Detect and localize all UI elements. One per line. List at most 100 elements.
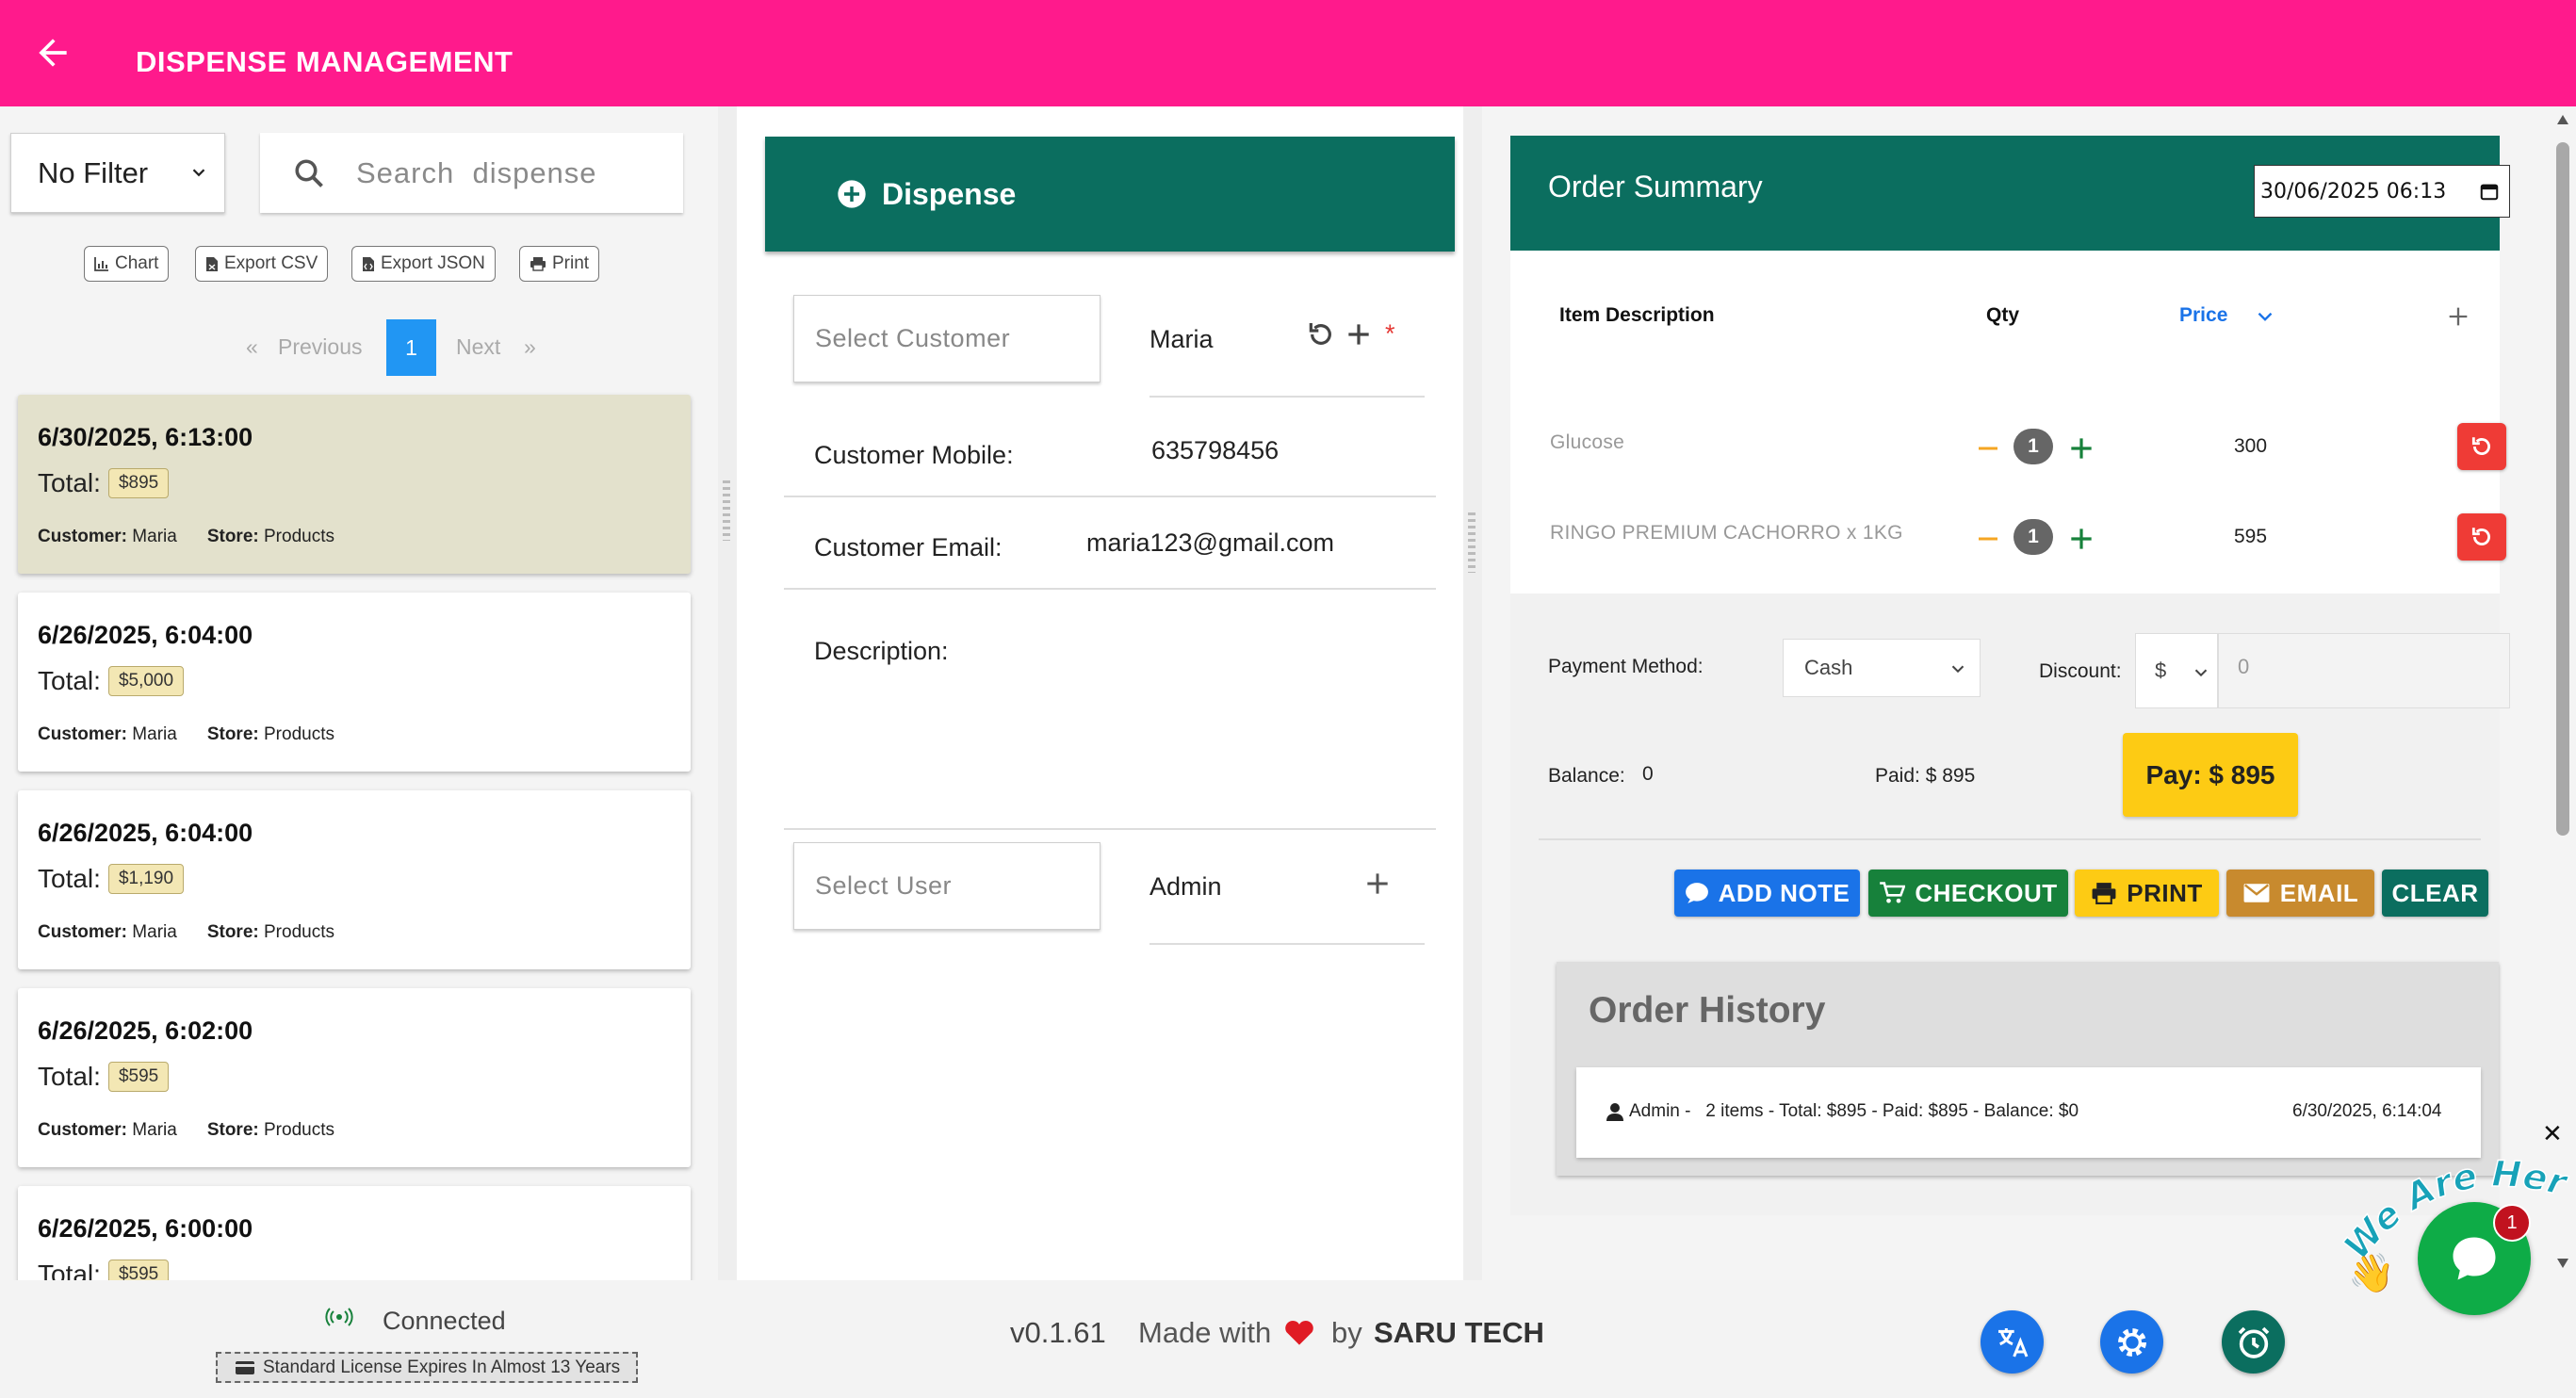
page-scrollbar[interactable] bbox=[2551, 106, 2576, 1280]
plus-circle-icon bbox=[838, 180, 866, 208]
qty-value[interactable]: 1 bbox=[2014, 429, 2053, 464]
order-datetime-input[interactable]: 30/06/2025 06:13 bbox=[2254, 165, 2510, 218]
next-arrow[interactable]: » bbox=[524, 334, 536, 360]
search-icon bbox=[295, 158, 323, 187]
history-entry[interactable]: Admin - 2 items - Total: $895 - Paid: $8… bbox=[1576, 1067, 2481, 1158]
order-history: Order History Admin - 2 items - Total: $… bbox=[1557, 962, 2499, 1176]
order-history-title: Order History bbox=[1589, 990, 1826, 1031]
email-button[interactable]: EMAIL bbox=[2226, 870, 2374, 917]
add-user-icon[interactable] bbox=[1362, 869, 1393, 899]
export-json-button[interactable]: Export JSON bbox=[351, 246, 496, 282]
add-customer-icon[interactable] bbox=[1344, 319, 1374, 350]
search-input[interactable] bbox=[356, 155, 677, 190]
user-name: Admin bbox=[1149, 872, 1222, 901]
payment-method-select[interactable]: Cash bbox=[1783, 639, 1981, 697]
back-arrow-icon[interactable] bbox=[32, 32, 73, 73]
print-order-button[interactable]: PRINT bbox=[2075, 870, 2219, 917]
alarm-button[interactable] bbox=[2222, 1310, 2285, 1374]
dispense-card[interactable]: 6/26/2025, 6:04:00 Total: $1,190 Customer… bbox=[18, 790, 691, 969]
settings-button[interactable] bbox=[2100, 1310, 2163, 1374]
reset-icon[interactable] bbox=[1306, 319, 1336, 350]
pay-button[interactable]: Pay: $ 895 bbox=[2123, 733, 2298, 817]
chat-unread-badge: 1 bbox=[2493, 1204, 2531, 1242]
total-badge: $595 bbox=[107, 1062, 170, 1092]
discount-input[interactable]: 0 bbox=[2218, 633, 2510, 708]
prev-button[interactable]: Previous bbox=[278, 334, 362, 360]
signal-icon bbox=[325, 1308, 353, 1326]
qty-minus-icon[interactable] bbox=[1974, 525, 2002, 553]
history-timestamp: 6/30/2025, 6:14:04 bbox=[2292, 1101, 2442, 1121]
divider bbox=[784, 828, 1436, 830]
discount-label: Discount: bbox=[2039, 660, 2122, 682]
print-list-button[interactable]: Print bbox=[519, 246, 600, 282]
cart-icon bbox=[1880, 882, 1906, 903]
remove-item-button[interactable] bbox=[2457, 423, 2506, 470]
wave-hand-icon: 👋 bbox=[2348, 1253, 2395, 1294]
history-summary: Admin - 2 items - Total: $895 - Paid: $8… bbox=[1629, 1101, 2079, 1121]
col-price-sort[interactable]: Price bbox=[2179, 304, 2227, 327]
clear-button[interactable]: CLEAR bbox=[2382, 870, 2488, 917]
dispense-header[interactable]: Dispense bbox=[765, 137, 1455, 252]
qty-minus-icon[interactable] bbox=[1974, 434, 2002, 463]
total-badge: $895 bbox=[107, 468, 170, 498]
divider bbox=[784, 496, 1436, 497]
discount-type-select[interactable]: $ bbox=[2135, 633, 2218, 708]
chevron-down-icon[interactable] bbox=[2253, 304, 2277, 329]
qty-plus-icon[interactable] bbox=[2066, 433, 2096, 463]
item-price: 595 bbox=[2234, 526, 2268, 547]
printer-icon bbox=[2092, 883, 2116, 904]
toolbar: Chart Export CSV Export JSON Print bbox=[0, 246, 718, 284]
total-badge: $1,190 bbox=[107, 864, 185, 894]
chevron-down-icon bbox=[2194, 669, 2208, 677]
chevron-down-icon bbox=[192, 169, 205, 177]
qty-plus-icon[interactable] bbox=[2066, 524, 2096, 554]
printer-icon bbox=[530, 257, 546, 271]
dispense-card[interactable]: 6/30/2025, 6:13:00 Total: $895 Customer: … bbox=[18, 395, 691, 574]
description-field[interactable] bbox=[1019, 615, 1434, 804]
splitter-handle[interactable] bbox=[723, 480, 730, 541]
chart-button[interactable]: Chart bbox=[84, 246, 170, 282]
search-box bbox=[260, 133, 683, 213]
dispense-list-panel: No Filter Chart Export CSV Export JSON P… bbox=[0, 106, 718, 1280]
scroll-up-icon[interactable] bbox=[2556, 114, 2569, 125]
select-customer-button[interactable]: Select Customer bbox=[793, 295, 1101, 382]
checkout-button[interactable]: CHECKOUT bbox=[1868, 870, 2068, 917]
by-label: by bbox=[1331, 1316, 1362, 1349]
heart-icon bbox=[1285, 1320, 1313, 1345]
add-note-button[interactable]: ADD NOTE bbox=[1674, 870, 1860, 917]
scroll-thumb[interactable] bbox=[2556, 142, 2569, 836]
splitter-handle[interactable] bbox=[1468, 512, 1475, 573]
filter-select[interactable]: No Filter bbox=[10, 133, 225, 213]
qty-value[interactable]: 1 bbox=[2014, 519, 2053, 555]
license-info: Standard License Expires In Almost 13 Ye… bbox=[216, 1352, 638, 1383]
item-name: Glucose bbox=[1550, 431, 1625, 453]
translate-button[interactable] bbox=[1981, 1310, 2044, 1374]
dispense-card[interactable]: 6/26/2025, 6:04:00 Total: $5,000 Customer… bbox=[18, 593, 691, 772]
col-qty: Qty bbox=[1986, 304, 2020, 326]
close-chat-icon[interactable]: ✕ bbox=[2542, 1119, 2563, 1148]
add-item-icon[interactable] bbox=[2445, 303, 2471, 330]
remove-item-button[interactable] bbox=[2457, 513, 2506, 561]
made-with-label: Made with bbox=[1138, 1316, 1272, 1349]
undo-icon bbox=[2471, 437, 2490, 455]
connection-status: Connected bbox=[383, 1307, 506, 1335]
customer-name: Maria bbox=[1149, 325, 1214, 353]
export-csv-button[interactable]: Export CSV bbox=[195, 246, 329, 282]
file-json-icon bbox=[363, 256, 374, 271]
dispense-card[interactable]: 6/26/2025, 6:00:00 Total: $595 bbox=[18, 1186, 691, 1280]
translate-icon bbox=[1997, 1327, 2028, 1357]
app-header: DISPENSE MANAGEMENT bbox=[0, 0, 2576, 106]
dispense-card[interactable]: 6/26/2025, 6:02:00 Total: $595 Customer: … bbox=[18, 988, 691, 1167]
col-item-description: Item Description bbox=[1559, 304, 1715, 326]
total-badge: $595 bbox=[107, 1260, 170, 1280]
prev-arrow[interactable]: « bbox=[246, 334, 258, 360]
next-button[interactable]: Next bbox=[456, 334, 500, 360]
order-summary-title: Order Summary bbox=[1548, 170, 1763, 203]
page-1-button[interactable]: 1 bbox=[386, 319, 436, 376]
select-user-button[interactable]: Select User bbox=[793, 842, 1101, 930]
dispense-label: Dispense bbox=[882, 176, 1017, 211]
chart-icon bbox=[94, 257, 108, 271]
gear-icon bbox=[2117, 1327, 2146, 1357]
file-csv-icon bbox=[206, 256, 218, 271]
balance-label: Balance: bbox=[1548, 765, 1625, 787]
